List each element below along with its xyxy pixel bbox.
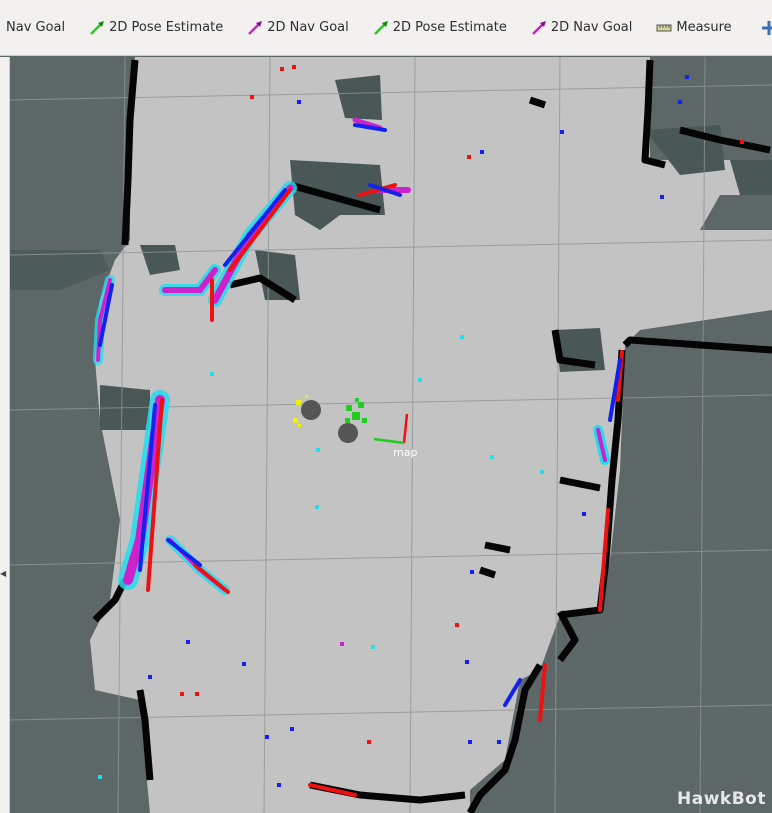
tool-label: 2D Nav Goal (550, 20, 633, 35)
left-panel-collapsed: ◀ (0, 57, 10, 813)
hawkbot-watermark: HawkBot (677, 789, 766, 809)
tool-label: Measure (676, 20, 732, 35)
tool-label: 2D Pose Estimate (392, 20, 507, 35)
pose-estimate-arrow-icon (90, 20, 105, 35)
robot-2-footprint[interactable] (338, 423, 358, 443)
tool-label: 2D Pose Estimate (109, 20, 224, 35)
zoom-in-button[interactable] (761, 15, 772, 41)
map-frame-label: map (393, 446, 417, 459)
occupancy-grid-map[interactable]: map (10, 57, 772, 813)
robot-1-footprint[interactable] (301, 400, 321, 420)
tool-label: Nav Goal (6, 20, 66, 35)
rviz-toolbar: Nav Goal 2D Pose Estimate 2D Nav Goal 2D… (0, 0, 772, 56)
nav-goal-arrow-icon (531, 20, 546, 35)
expand-panel-icon[interactable]: ◀ (0, 569, 6, 578)
pose-estimate-tool[interactable]: 2D Pose Estimate (361, 14, 519, 42)
nav-goal-tool[interactable]: 2D Nav Goal (235, 14, 361, 42)
nav-goal-arrow-icon (248, 20, 263, 35)
pose-estimate-tool[interactable]: 2D Pose Estimate (77, 14, 235, 42)
pose-estimate-arrow-icon (373, 20, 388, 35)
tool-label: 2D Nav Goal (267, 20, 349, 35)
ruler-icon (656, 24, 672, 31)
nav-goal-tool-partial[interactable]: Nav Goal (0, 14, 77, 42)
nav-goal-tool[interactable]: 2D Nav Goal (519, 14, 645, 42)
map-viewport[interactable]: map HawkBot (10, 57, 772, 813)
measure-tool[interactable]: Measure (644, 14, 743, 42)
plus-icon (761, 20, 772, 35)
